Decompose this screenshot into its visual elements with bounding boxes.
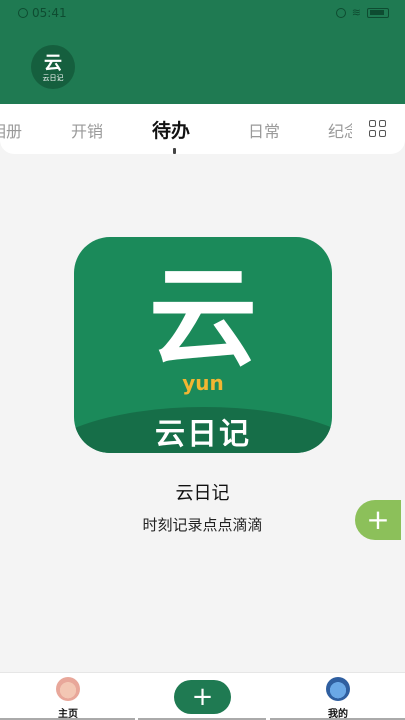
floating-add-button[interactable]: + [355,500,401,540]
profile-icon [326,677,350,701]
grid-icon[interactable] [369,120,387,138]
status-time: 05:41 [32,6,67,20]
avatar-logo-glyph: 云 [44,53,62,74]
tab-indicator [173,148,176,154]
home-icon [56,677,80,701]
alarm-icon [18,8,28,18]
avatar-logo-text: 云日记 [42,74,64,82]
status-bar: 05:41 ≋ [0,0,405,26]
logo-glyph: 云 [148,256,257,381]
tab-expense[interactable]: 开销 [71,118,103,142]
do-not-disturb-icon [335,7,346,18]
tab-album[interactable]: 相册 [0,118,22,142]
logo-name: 云日记 [155,417,251,452]
bottom-nav: 主页 + 我的 [0,672,405,720]
tab-anniversary[interactable]: 纪念 [328,118,352,142]
app-slogan: 时刻记录点点滴滴 [142,516,263,534]
wifi-icon: ≋ [351,6,361,19]
app-header: 05:41 ≋ 云 云日记 [0,0,405,104]
add-icon: + [366,503,390,536]
nav-home[interactable]: 主页 [38,677,98,720]
add-entry-button[interactable]: + [174,680,231,714]
battery-icon [367,7,389,18]
tab-daily[interactable]: 日常 [248,118,280,142]
logo-pinyin: yun [182,371,224,395]
tab-todo[interactable]: 待办 [152,116,190,143]
app-logo: 云 yun 云日记 [74,237,332,453]
category-tabs: 相册 开销 待办 日常 纪念 [0,104,405,154]
nav-mine[interactable]: 我的 [308,677,368,720]
app-title: 云日记 [175,483,230,504]
avatar[interactable]: 云 云日记 [31,45,75,89]
